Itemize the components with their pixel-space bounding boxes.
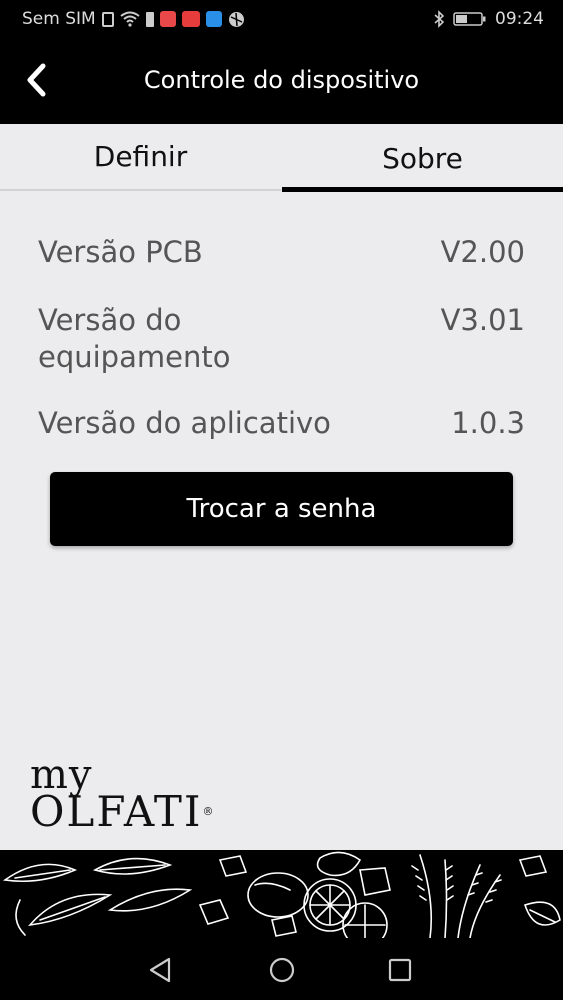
browser-app-icon — [228, 11, 244, 27]
wifi-icon — [120, 11, 140, 27]
tab-sobre[interactable]: Sobre — [282, 124, 563, 192]
info-value: V2.00 — [440, 235, 525, 269]
back-triangle-icon — [149, 957, 171, 983]
nav-home-button[interactable] — [262, 952, 302, 988]
recents-square-icon — [388, 958, 412, 982]
registered-mark: ® — [202, 805, 216, 818]
home-circle-icon — [269, 957, 295, 983]
info-value: 1.0.3 — [451, 406, 525, 440]
status-left: Sem SIM — [22, 9, 245, 29]
carrier-text: Sem SIM — [22, 9, 96, 29]
sim-alert-icon — [101, 11, 114, 27]
info-label: Versão PCB — [38, 235, 203, 269]
logo-wordmark: OLFATI — [30, 787, 203, 836]
system-nav-bar — [0, 938, 563, 1000]
nav-recents-button[interactable] — [380, 952, 420, 988]
change-password-button[interactable]: Trocar a senha — [50, 472, 513, 546]
search-app-icon — [205, 11, 222, 27]
bluetooth-icon — [434, 10, 445, 28]
status-right: 09:24 — [433, 9, 544, 29]
clock-text: 09:24 — [495, 9, 544, 29]
decorative-botanical-strip — [0, 850, 563, 948]
tab-definir[interactable]: Definir — [0, 124, 281, 191]
about-panel: Versão PCB V2.00 Versão do equipamento V… — [0, 192, 563, 850]
info-row-app: Versão do aplicativo 1.0.3 — [38, 405, 525, 442]
info-row-equipment: Versão do equipamento V3.01 — [38, 302, 525, 376]
nav-back-button[interactable] — [140, 952, 180, 988]
info-label: Versão do equipamento — [38, 303, 231, 374]
app-header: Controle do dispositivo — [0, 38, 563, 124]
store-app-icon — [181, 11, 200, 27]
info-label: Versão do aplicativo — [38, 406, 331, 440]
page-title: Controle do dispositivo — [143, 66, 420, 94]
book-app-icon — [159, 11, 176, 27]
logo-line-olfati: OLFATI® — [30, 791, 216, 833]
info-row-pcb: Versão PCB V2.00 — [38, 234, 525, 271]
notification-icon — [145, 11, 154, 27]
status-bar: Sem SIM 09:24 — [0, 0, 563, 38]
brand-logo: my OLFATI® — [30, 755, 216, 833]
tab-bar: Definir Sobre — [0, 124, 563, 193]
botanical-illustration — [2, 851, 561, 948]
battery-icon — [453, 12, 486, 26]
info-value: V3.01 — [440, 303, 525, 337]
